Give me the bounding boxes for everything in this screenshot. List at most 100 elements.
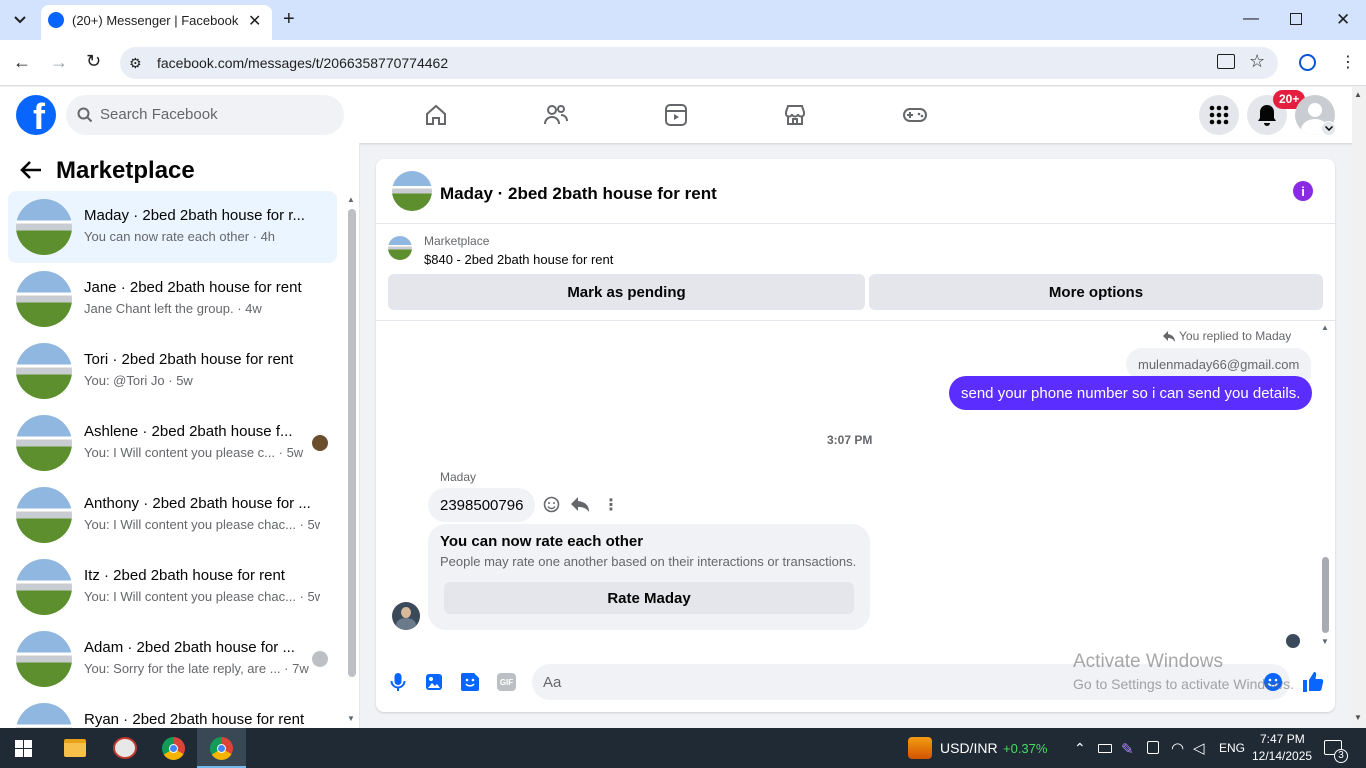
seen-by-avatar bbox=[312, 651, 328, 667]
chrome-active-icon bbox=[210, 737, 233, 760]
close-tab-icon[interactable]: ✕ bbox=[248, 11, 261, 31]
like-icon[interactable] bbox=[1302, 671, 1324, 698]
conversation-thumbnail bbox=[16, 559, 72, 615]
site-info-icon[interactable]: ⚙ bbox=[129, 55, 142, 72]
sidebar-scroll-down[interactable]: ▼ bbox=[347, 714, 355, 723]
forward-button[interactable]: → bbox=[50, 52, 68, 73]
more-options-button[interactable]: More options bbox=[869, 274, 1323, 310]
conversation-thumbnail bbox=[16, 199, 72, 255]
menu-grid-button[interactable] bbox=[1199, 95, 1239, 135]
conversation-name: Itz · 2bed 2bath house for rent bbox=[84, 567, 285, 584]
profile-icon[interactable] bbox=[1299, 54, 1316, 71]
meet-now-icon[interactable] bbox=[1147, 741, 1159, 754]
microphone-icon[interactable] bbox=[389, 672, 407, 697]
search-icon bbox=[77, 107, 93, 128]
gif-icon[interactable]: GIF bbox=[497, 673, 516, 691]
reload-button[interactable]: ↻ bbox=[86, 51, 101, 72]
conversation-name: Adam · 2bed 2bath house for ... bbox=[84, 639, 295, 656]
chat-scroll-up[interactable]: ▲ bbox=[1321, 323, 1329, 332]
currency-ticker-icon[interactable] bbox=[908, 737, 932, 759]
chat-scroll-down[interactable]: ▼ bbox=[1321, 637, 1329, 646]
home-icon[interactable] bbox=[421, 100, 451, 130]
mark-as-pending-button[interactable]: Mark as pending bbox=[388, 274, 865, 310]
facebook-logo-icon[interactable]: f bbox=[16, 95, 56, 135]
sticker-icon[interactable] bbox=[460, 672, 480, 697]
clock-date[interactable]: 12/14/2025 bbox=[1252, 749, 1312, 763]
close-window-button[interactable]: ✕ bbox=[1336, 10, 1350, 30]
their-message-bubble[interactable]: 2398500796 bbox=[428, 488, 536, 522]
chrome-menu-icon[interactable]: ⋮ bbox=[1340, 52, 1356, 72]
hidden-icons-chevron[interactable]: ⌃ bbox=[1074, 740, 1086, 757]
sidebar-scroll-up[interactable]: ▲ bbox=[347, 195, 355, 204]
marketplace-icon[interactable] bbox=[780, 100, 810, 130]
conversation-item[interactable]: Adam · 2bed 2bath house for ... You: Sorr… bbox=[8, 623, 337, 695]
react-icon[interactable] bbox=[543, 496, 560, 518]
listing-label: Marketplace bbox=[424, 234, 490, 248]
conversation-name: Maday · 2bed 2bath house for r... bbox=[84, 207, 305, 224]
bell-icon bbox=[1258, 105, 1276, 126]
info-icon[interactable]: i bbox=[1293, 181, 1313, 201]
conversation-item[interactable]: Tori · 2bed 2bath house for rent You: @To… bbox=[8, 335, 337, 407]
tab-search-button[interactable] bbox=[8, 8, 32, 32]
conversation-preview: You: I Will content you please chac... ·… bbox=[84, 589, 320, 604]
conversation-thumbnail bbox=[16, 415, 72, 471]
grid-icon bbox=[1209, 105, 1229, 125]
conversation-name: Ryan · 2bed 2bath house for rent bbox=[84, 711, 305, 728]
clock-time[interactable]: 7:47 PM bbox=[1260, 732, 1305, 746]
more-actions-icon[interactable]: ⋮ bbox=[603, 495, 619, 515]
gaming-icon[interactable] bbox=[900, 100, 930, 130]
volume-icon[interactable]: ◁ bbox=[1193, 739, 1205, 757]
sidebar-title: Marketplace bbox=[56, 157, 195, 184]
activation-watermark-subtitle: Go to Settings to activate Windows. bbox=[1073, 676, 1294, 692]
chat-scrollbar[interactable] bbox=[1320, 324, 1330, 648]
conversation-item[interactable]: Maday · 2bed 2bath house for r... You can… bbox=[8, 191, 337, 263]
friends-icon[interactable] bbox=[541, 100, 571, 130]
conversation-item[interactable]: Jane · 2bed 2bath house for rent Jane Cha… bbox=[8, 263, 337, 335]
new-tab-button[interactable]: + bbox=[283, 8, 295, 31]
conversation-name: Ashlene · 2bed 2bath house f... bbox=[84, 423, 293, 440]
conversation-item[interactable]: Itz · 2bed 2bath house for rent You: I Wi… bbox=[8, 551, 337, 623]
chevron-down-icon bbox=[14, 16, 26, 24]
conversation-name: Anthony · 2bed 2bath house for ... bbox=[84, 495, 311, 512]
sender-avatar[interactable] bbox=[392, 602, 420, 630]
pen-icon[interactable]: ✎ bbox=[1121, 740, 1134, 758]
photo-icon[interactable] bbox=[425, 673, 443, 696]
reply-action-icon[interactable] bbox=[571, 497, 589, 517]
chat-header-thumbnail[interactable] bbox=[392, 171, 432, 211]
wifi-icon[interactable]: ◠ bbox=[1171, 739, 1184, 757]
back-arrow-icon[interactable] bbox=[20, 160, 42, 185]
conversation-item[interactable]: Ashlene · 2bed 2bath house f... You: I Wi… bbox=[8, 407, 337, 479]
account-chevron-icon[interactable] bbox=[1321, 121, 1336, 136]
chat-title[interactable]: Maday · 2bed 2bath house for rent bbox=[440, 184, 717, 204]
rate-button[interactable]: Rate Maday bbox=[444, 582, 854, 614]
listing-title[interactable]: $840 - 2bed 2bath house for rent bbox=[424, 252, 613, 267]
paint-app-icon[interactable] bbox=[113, 737, 137, 759]
bookmark-star-icon[interactable]: ☆ bbox=[1249, 51, 1265, 72]
windows-start-icon[interactable] bbox=[15, 740, 32, 762]
sender-name: Maday bbox=[440, 470, 477, 484]
language-indicator[interactable]: ENG bbox=[1219, 741, 1245, 755]
message-timestamp: 3:07 PM bbox=[827, 433, 873, 447]
page-scrollbar[interactable] bbox=[1352, 87, 1366, 728]
minimize-button[interactable]: — bbox=[1243, 10, 1259, 28]
restore-button[interactable] bbox=[1290, 13, 1302, 25]
file-explorer-icon[interactable] bbox=[64, 739, 86, 757]
conversation-preview: You: I Will content you please c... · 5w bbox=[84, 445, 304, 460]
video-icon[interactable] bbox=[661, 100, 691, 130]
rate-title: You can now rate each other bbox=[440, 533, 644, 550]
my-message-bubble[interactable]: send your phone number so i can send you… bbox=[949, 376, 1313, 410]
chrome-profile-icon[interactable] bbox=[162, 737, 185, 760]
back-button[interactable]: ← bbox=[13, 52, 31, 73]
conversation-thumbnail bbox=[16, 487, 72, 543]
url-text: facebook.com/messages/t/2066358770774462 bbox=[157, 55, 449, 71]
conversation-item[interactable]: Anthony · 2bed 2bath house for ... You: I… bbox=[8, 479, 337, 551]
install-app-icon[interactable] bbox=[1217, 54, 1235, 69]
sidebar-scrollbar[interactable] bbox=[347, 195, 357, 723]
listing-thumbnail[interactable] bbox=[388, 236, 412, 260]
conversation-thumbnail bbox=[16, 631, 72, 687]
conversation-preview: You can now rate each other · 4h bbox=[84, 229, 276, 244]
page-scroll-up[interactable]: ▲ bbox=[1354, 90, 1362, 99]
currency-ticker[interactable]: USD/INR bbox=[940, 740, 998, 756]
page-scroll-down[interactable]: ▼ bbox=[1354, 713, 1362, 722]
battery-icon[interactable] bbox=[1098, 744, 1112, 753]
